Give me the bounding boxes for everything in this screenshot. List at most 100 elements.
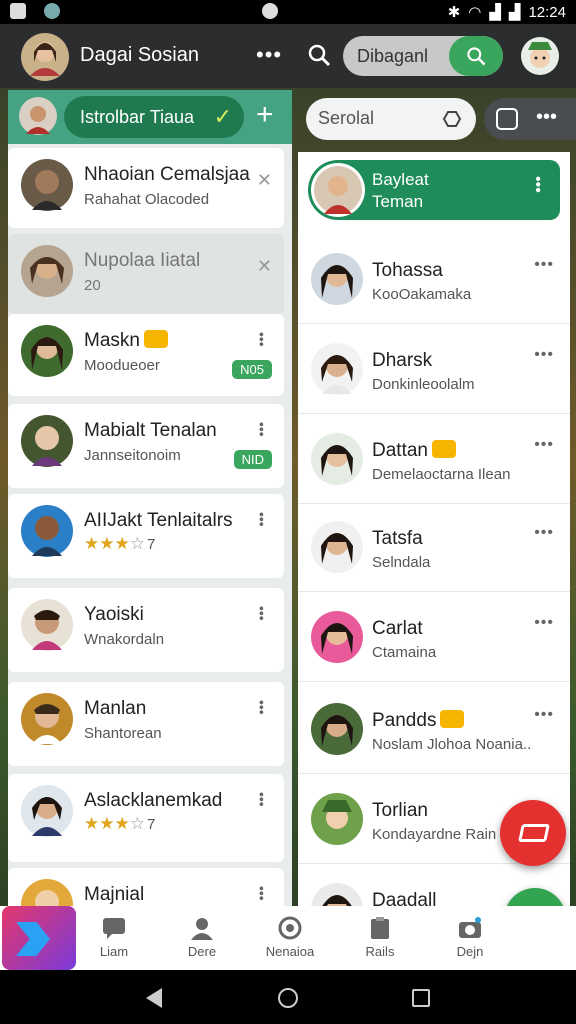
chat-row[interactable]: Dattan Demelaoctarna Ilean ••• bbox=[298, 416, 570, 504]
chat-icon[interactable] bbox=[496, 108, 518, 130]
rating-empty-star: ☆ bbox=[129, 814, 145, 833]
nav-label: Liam bbox=[99, 944, 129, 959]
close-icon[interactable]: ✕ bbox=[257, 256, 272, 277]
more-options-icon[interactable]: ••• bbox=[534, 614, 554, 632]
camera-icon bbox=[459, 917, 481, 938]
search-value: Dibaganl bbox=[357, 46, 429, 66]
search-icon bbox=[467, 47, 486, 66]
chat-preview: Demelaoctarna Ilean bbox=[372, 466, 511, 483]
contact-subtitle: 20 bbox=[84, 277, 101, 294]
recent-apps-icon[interactable] bbox=[412, 989, 430, 1007]
active-chat-header[interactable]: Bayleat Teman ••• bbox=[308, 160, 560, 220]
more-options-icon[interactable]: ••• bbox=[254, 606, 270, 621]
more-options-icon[interactable]: ••• bbox=[254, 422, 270, 437]
chat-avatar bbox=[311, 253, 363, 305]
more-options-icon[interactable]: ••• bbox=[254, 332, 270, 347]
video-call-button[interactable] bbox=[500, 800, 566, 866]
chat-name: Carlat bbox=[372, 618, 423, 639]
contact-subtitle: Wnakordaln bbox=[84, 631, 165, 648]
contact-avatar bbox=[21, 693, 73, 745]
profile-avatar[interactable] bbox=[20, 32, 70, 82]
more-options-icon[interactable]: ••• bbox=[254, 512, 270, 527]
chat-preview: KooOakamaka bbox=[372, 286, 472, 303]
more-options-icon[interactable]: ••• bbox=[254, 700, 270, 715]
back-icon[interactable] bbox=[146, 988, 162, 1008]
filter-icon[interactable] bbox=[440, 108, 462, 130]
person-icon bbox=[191, 918, 213, 940]
chat-name: Dharsk bbox=[372, 350, 433, 371]
chat-preview: Selndala bbox=[372, 554, 431, 571]
chat-row[interactable]: Dharsk Donkinleoolalm ••• bbox=[298, 326, 570, 414]
chat-search-input[interactable]: Serolal bbox=[306, 98, 476, 140]
more-options-icon[interactable]: ••• bbox=[534, 524, 554, 542]
folder-emoji-icon bbox=[431, 440, 456, 458]
contact-card[interactable]: Nupolaa Iiatal 20 ✕ bbox=[8, 234, 284, 314]
chat-name: Pandds bbox=[372, 710, 465, 732]
nav-item-liam[interactable]: Liam bbox=[74, 912, 154, 959]
group-selector[interactable]: Istrolbar Tiaua ✓ bbox=[64, 96, 244, 138]
contact-card[interactable]: AIIJakt Tenlaitalrs ★★★☆ 7 ••• bbox=[8, 494, 284, 578]
nav-item-dejn[interactable]: Dejn bbox=[430, 912, 510, 959]
chat-name: Dattan bbox=[372, 440, 456, 462]
contact-card[interactable]: Maskn Moodueoer ••• N05 bbox=[8, 314, 284, 396]
search-icon[interactable] bbox=[306, 42, 332, 68]
contact-card[interactable]: Yaoiski Wnakordaln ••• bbox=[8, 588, 284, 672]
chat-preview: Ctamaina bbox=[372, 644, 437, 661]
contact-card[interactable]: Aslacklanemkad ★★★☆ 7 ••• bbox=[8, 774, 284, 862]
close-icon[interactable]: ✕ bbox=[257, 170, 272, 191]
chat-search-placeholder: Serolal bbox=[318, 108, 375, 128]
chat-avatar bbox=[311, 521, 363, 573]
contact-name: Maskn bbox=[84, 330, 168, 352]
folder-emoji-icon bbox=[440, 710, 465, 728]
contact-name: Mabialt Tenalan bbox=[84, 420, 217, 441]
more-options-icon[interactable]: ••• bbox=[528, 176, 546, 193]
video-icon bbox=[518, 824, 550, 842]
contacts-header: Istrolbar Tiaua ✓ + bbox=[8, 90, 292, 144]
contact-name: Manlan bbox=[84, 698, 147, 719]
add-contact-button[interactable]: + bbox=[256, 98, 274, 132]
nav-item-dere[interactable]: Dere bbox=[162, 912, 242, 959]
more-options-icon[interactable]: ••• bbox=[534, 436, 554, 454]
rating-stars: ★★★ bbox=[84, 814, 130, 833]
contact-subtitle: Moodueoer bbox=[84, 357, 160, 374]
group-avatar[interactable] bbox=[18, 96, 58, 136]
contact-subtitle: Shantorean bbox=[84, 725, 162, 742]
more-options-icon[interactable]: ••• bbox=[254, 886, 270, 901]
chat-avatar bbox=[311, 793, 363, 845]
chat-avatar bbox=[311, 611, 363, 663]
contact-card[interactable]: Mabialt Tenalan Jannseitonoim ••• NID bbox=[8, 404, 284, 488]
more-options-icon[interactable]: ••• bbox=[536, 106, 557, 129]
more-options-icon[interactable]: ••• bbox=[534, 346, 554, 364]
user-avatar[interactable] bbox=[520, 36, 560, 76]
nav-item-nenaioa[interactable]: Nenaioa bbox=[250, 912, 330, 959]
contact-card[interactable]: Manlan Shantorean ••• bbox=[8, 682, 284, 766]
rating: ★★★☆ 7 bbox=[84, 534, 155, 554]
more-options-icon[interactable]: ••• bbox=[534, 706, 554, 724]
contact-name: AIIJakt Tenlaitalrs bbox=[84, 510, 233, 531]
nav-item-rails[interactable]: Rails bbox=[340, 912, 420, 959]
more-options-icon[interactable]: ••• bbox=[534, 256, 554, 274]
more-options-icon[interactable]: ••• bbox=[254, 792, 270, 807]
home-icon[interactable] bbox=[278, 988, 298, 1008]
app-logo[interactable] bbox=[2, 906, 76, 970]
group-name: Istrolbar Tiaua bbox=[80, 107, 195, 127]
chat-tools: ••• bbox=[484, 98, 576, 140]
more-options-button[interactable]: ••• bbox=[256, 42, 282, 68]
search-submit-button[interactable] bbox=[449, 36, 503, 76]
nav-label: Rails bbox=[365, 944, 395, 959]
chat-row[interactable]: Tatsfa Selndala ••• bbox=[298, 504, 570, 592]
rating-empty-star: ☆ bbox=[129, 534, 145, 553]
rating-count: 7 bbox=[146, 816, 156, 833]
chat-row[interactable]: Tohassa KooOakamaka ••• bbox=[298, 236, 570, 324]
contact-avatar bbox=[21, 245, 73, 297]
contact-avatar bbox=[21, 599, 73, 651]
chat-title: Bayleat bbox=[372, 170, 429, 189]
nav-label: Dejn bbox=[456, 944, 484, 959]
chat-row[interactable]: Pandds Noslam Jlohoa Noania.. ••• bbox=[298, 686, 570, 774]
search-field[interactable]: Dibaganl bbox=[343, 36, 503, 76]
status-bar: ✱ ◠ ▟ ▟ 12:24 bbox=[0, 0, 576, 24]
contact-card[interactable]: Nhaoian Cemalsjaa Rahahat Olacoded ✕ bbox=[8, 148, 284, 228]
status-badge: N05 bbox=[232, 360, 272, 379]
at-icon bbox=[278, 916, 302, 940]
chat-row[interactable]: Carlat Ctamaina ••• bbox=[298, 594, 570, 682]
